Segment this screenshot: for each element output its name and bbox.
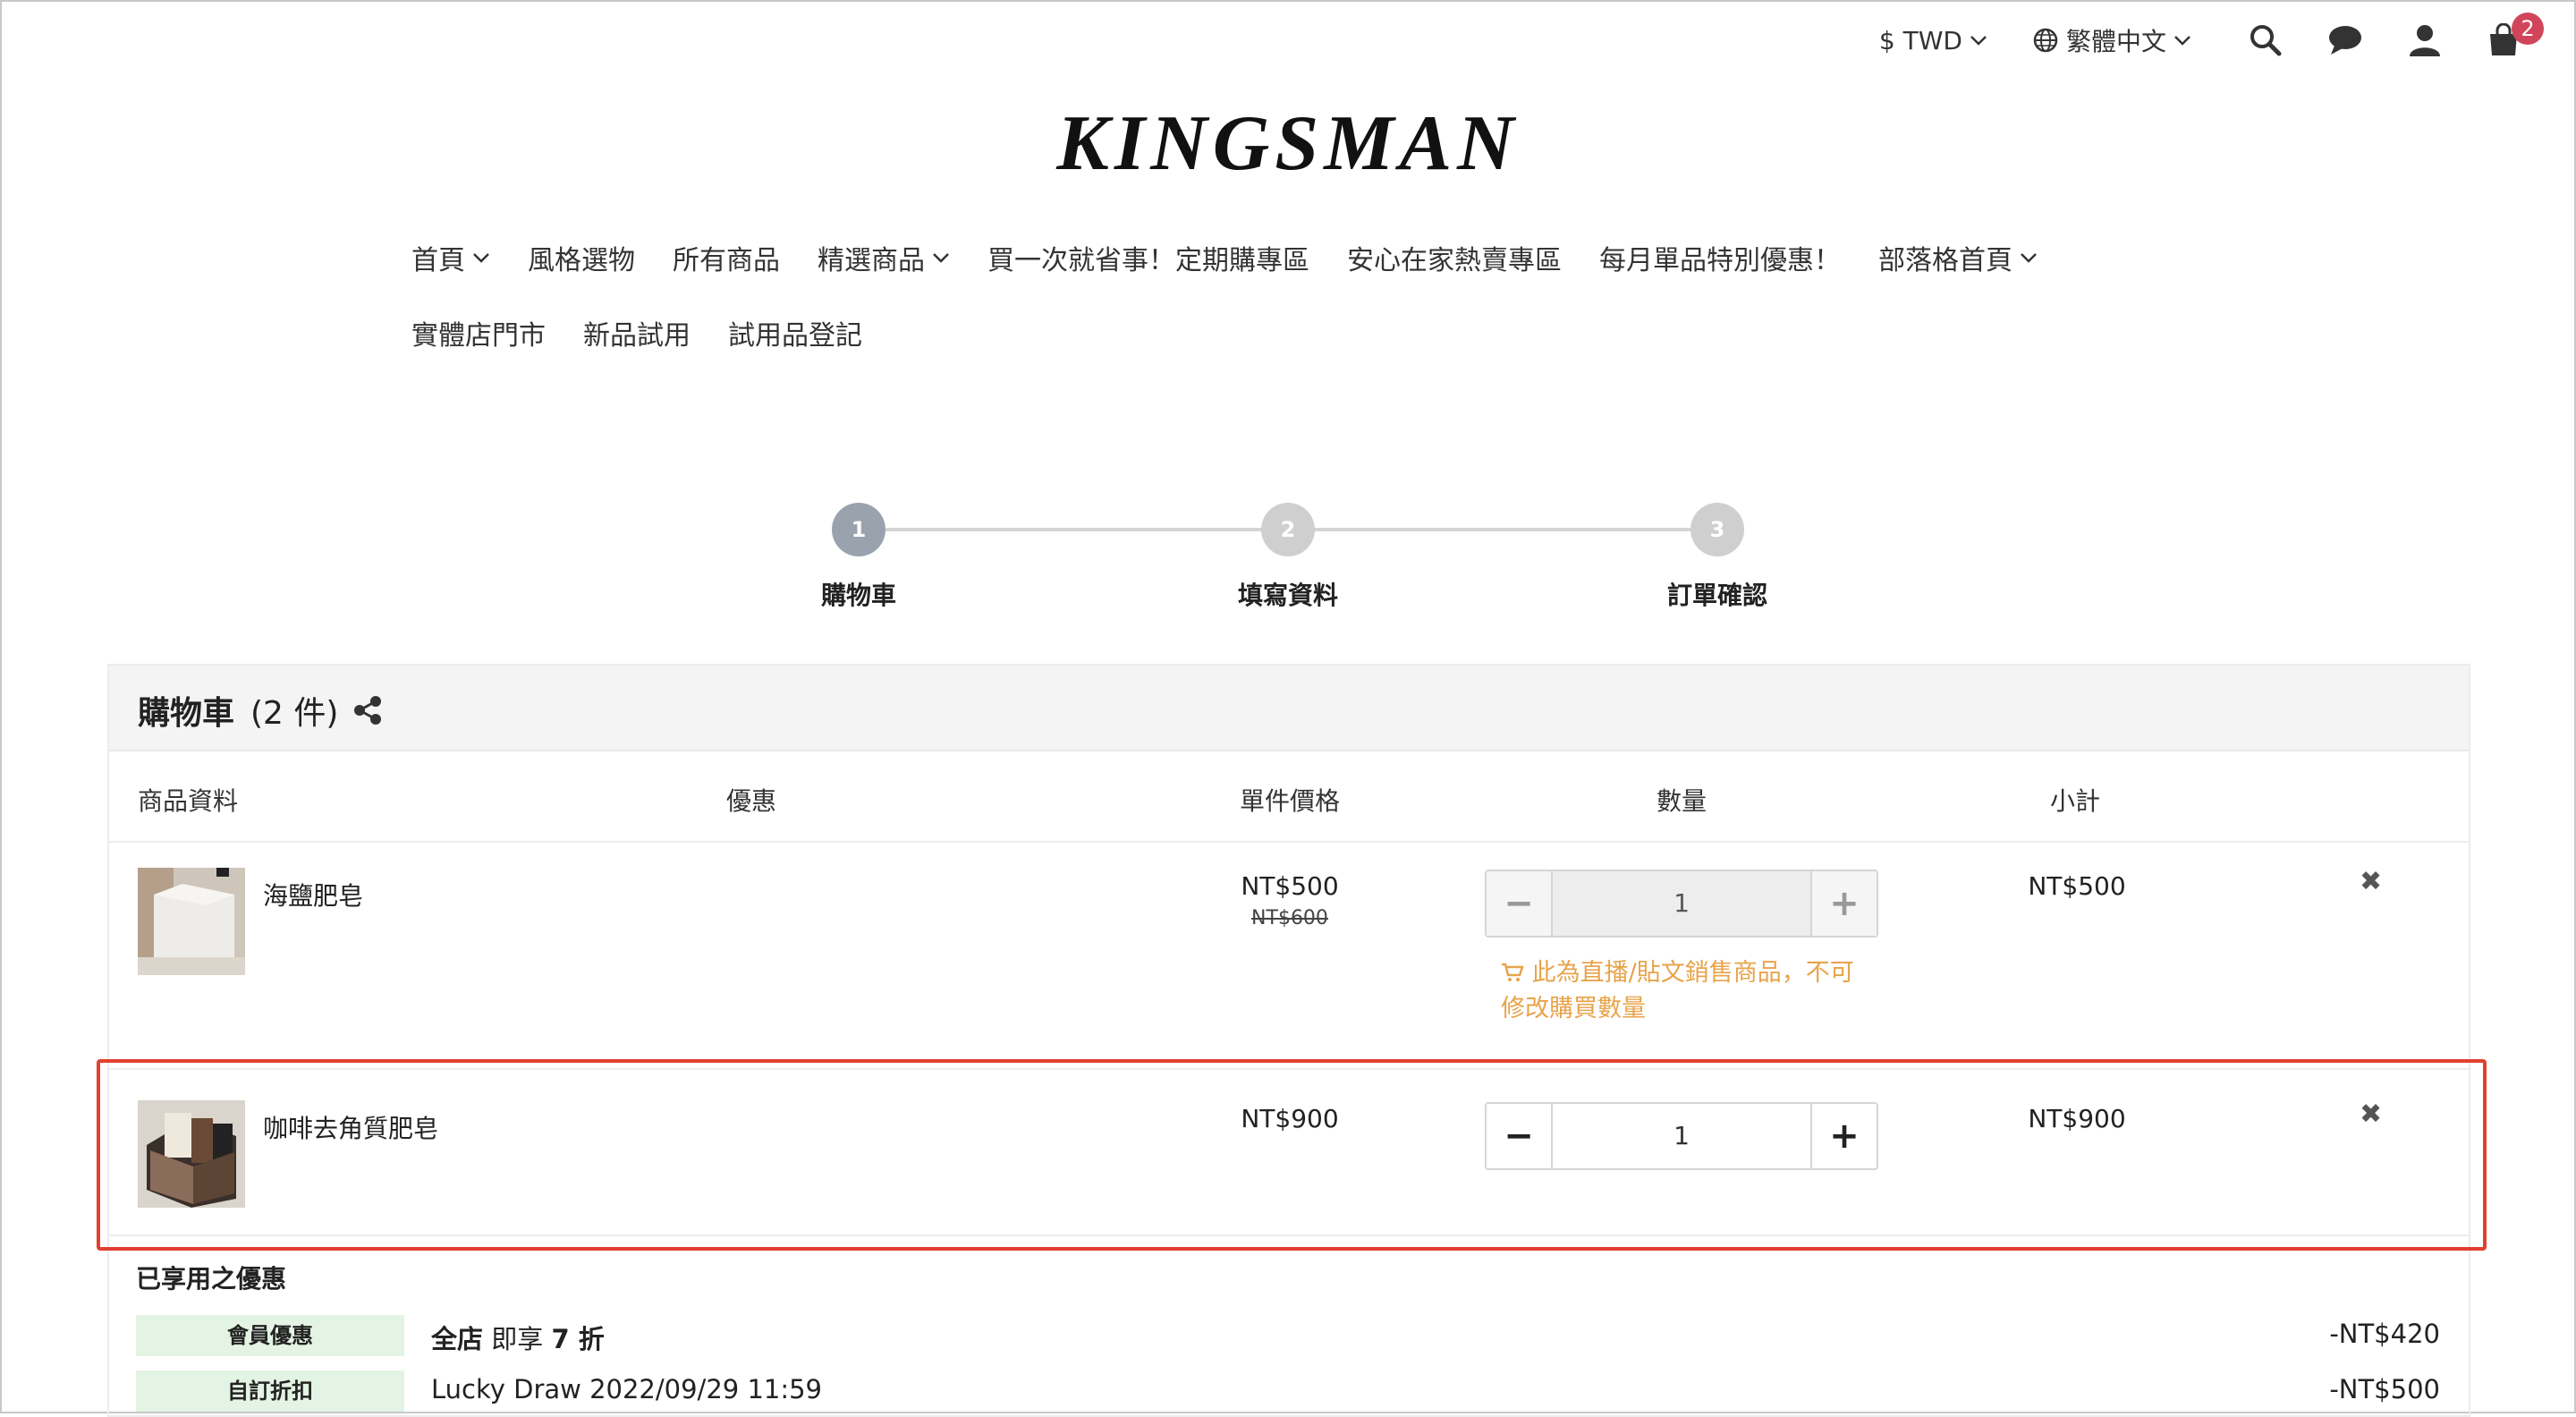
share-icon[interactable] — [352, 695, 383, 725]
nav-item-label: 每月單品特別優惠！ — [1599, 245, 1841, 276]
quantity-locked-notice: 此為直播/貼文銷售商品，不可修改購買數量 — [1501, 955, 1859, 1027]
highlight-box — [97, 1059, 2487, 1251]
nav-item-label: 實體店門市 — [411, 320, 546, 352]
discount-scope: 全店 — [431, 1324, 484, 1354]
col-discount: 優惠 — [726, 786, 777, 816]
increase-button[interactable]: + — [1812, 871, 1877, 936]
quantity-value[interactable]: 1 — [1551, 871, 1812, 936]
nav-item[interactable]: 每月單品特別優惠！ — [1599, 238, 1841, 277]
nav-item[interactable]: 精選商品 — [818, 238, 950, 277]
divider — [109, 841, 2469, 843]
quantity-locked-text: 此為直播/貼文銷售商品，不可修改購買數量 — [1501, 959, 1854, 1022]
step-3-circle: 3 — [1690, 503, 1744, 556]
col-subtotal: 小計 — [2050, 786, 2101, 816]
discount-tag: 自訂折扣 — [136, 1370, 404, 1412]
step-2-circle: 2 — [1261, 503, 1315, 556]
nav-item[interactable]: 所有商品 — [673, 238, 780, 277]
original-price: NT$600 — [1251, 907, 1328, 929]
step-3-label: 訂單確認 — [1666, 581, 1767, 610]
nav-item[interactable]: 買一次就省事！定期購專區 — [987, 238, 1309, 277]
nav-item-label: 所有商品 — [673, 245, 780, 276]
chat-button[interactable] — [2327, 24, 2363, 56]
nav-item[interactable]: 首頁 — [411, 238, 490, 277]
discount-tag: 會員優惠 — [136, 1315, 404, 1356]
nav-item-label: 試用品登記 — [728, 320, 862, 352]
top-utility-bar: $ TWD 繁體中文 2 — [1835, 13, 2544, 61]
nav-item-label: 買一次就省事！定期購專區 — [987, 245, 1309, 276]
nav-item[interactable]: 部落格首頁 — [1878, 238, 2038, 277]
cart-warning-icon — [1502, 963, 1524, 981]
currency-label: $ TWD — [1878, 25, 1962, 55]
nav-item-label: 風格選物 — [528, 245, 635, 276]
discount-text: 即享 — [483, 1324, 552, 1354]
product-thumbnail[interactable] — [138, 868, 245, 975]
discount-description: 全店 即享 7 折 — [431, 1319, 605, 1356]
nav-item[interactable]: 試用品登記 — [728, 313, 862, 352]
chevron-down-icon — [2174, 36, 2190, 46]
nav-item-label: 精選商品 — [818, 245, 925, 276]
language-label: 繁體中文 — [2065, 27, 2166, 56]
unit-price: NT$500 — [1241, 871, 1339, 901]
search-icon — [2250, 25, 2282, 56]
step-1-label: 購物車 — [820, 581, 896, 610]
cart-title: 購物車 (2 件) — [138, 687, 383, 734]
user-icon — [2410, 25, 2440, 56]
chevron-down-icon — [473, 253, 489, 263]
cart-title-text: 購物車 — [138, 695, 235, 732]
search-button[interactable] — [2249, 23, 2283, 57]
cart-item-count: (2 件) — [250, 695, 339, 732]
discount-rate: 7 折 — [551, 1324, 605, 1354]
product-name[interactable]: 海鹽肥皂 — [263, 877, 363, 912]
discount-description: Lucky Draw 2022/09/29 11:59 — [431, 1374, 823, 1404]
decrease-button[interactable]: − — [1487, 871, 1551, 936]
cart-count-badge: 2 — [2512, 13, 2544, 45]
chevron-down-icon — [2021, 253, 2037, 263]
col-product: 商品資料 — [138, 786, 239, 816]
discount-amount: -NT$420 — [2329, 1319, 2440, 1349]
step-2-label: 填寫資料 — [1237, 581, 1338, 610]
remove-item-button[interactable]: ✖ — [2360, 866, 2382, 897]
nav-item-label: 部落格首頁 — [1878, 245, 2012, 276]
nav-item[interactable]: 安心在家熱賣專區 — [1347, 238, 1562, 277]
currency-selector[interactable]: $ TWD — [1879, 26, 1987, 55]
cart-header: 購物車 (2 件) — [109, 666, 2469, 751]
col-unit-price: 單件價格 — [1240, 786, 1341, 816]
quantity-stepper: − 1 + — [1485, 870, 1878, 938]
cart-button[interactable]: 2 — [2487, 13, 2544, 57]
chevron-down-icon — [1970, 36, 1987, 46]
language-selector[interactable]: 繁體中文 — [2032, 22, 2191, 58]
nav-item[interactable]: 風格選物 — [528, 238, 635, 277]
site-logo[interactable]: KINGSMAN — [0, 98, 2576, 189]
nav-item-label: 首頁 — [411, 245, 465, 276]
chevron-down-icon — [933, 253, 949, 263]
nav-item[interactable]: 實體店門市 — [411, 313, 546, 352]
item-subtotal: NT$500 — [2028, 871, 2126, 901]
nav-item-label: 安心在家熱賣專區 — [1347, 245, 1562, 276]
col-quantity: 數量 — [1657, 786, 1707, 816]
main-nav-row-2: 實體店門市 新品試用 試用品登記 — [411, 313, 900, 352]
globe-icon — [2033, 28, 2058, 53]
discount-amount: -NT$500 — [2329, 1374, 2440, 1404]
account-button[interactable] — [2408, 23, 2442, 57]
nav-item-label: 新品試用 — [583, 320, 691, 352]
applied-discounts-title: 已享用之優惠 — [136, 1264, 287, 1294]
main-nav-row-1: 首頁 風格選物 所有商品 精選商品 買一次就省事！定期購專區 安心在家熱賣專區 每月單品特別… — [411, 238, 2075, 277]
step-1-circle: 1 — [832, 503, 886, 556]
chat-icon — [2329, 26, 2361, 55]
cart-panel: 購物車 (2 件) 商品資料 優惠 單件價格 數量 小計 海鹽肥皂 NT$500… — [107, 664, 2470, 1417]
nav-item[interactable]: 新品試用 — [583, 313, 691, 352]
